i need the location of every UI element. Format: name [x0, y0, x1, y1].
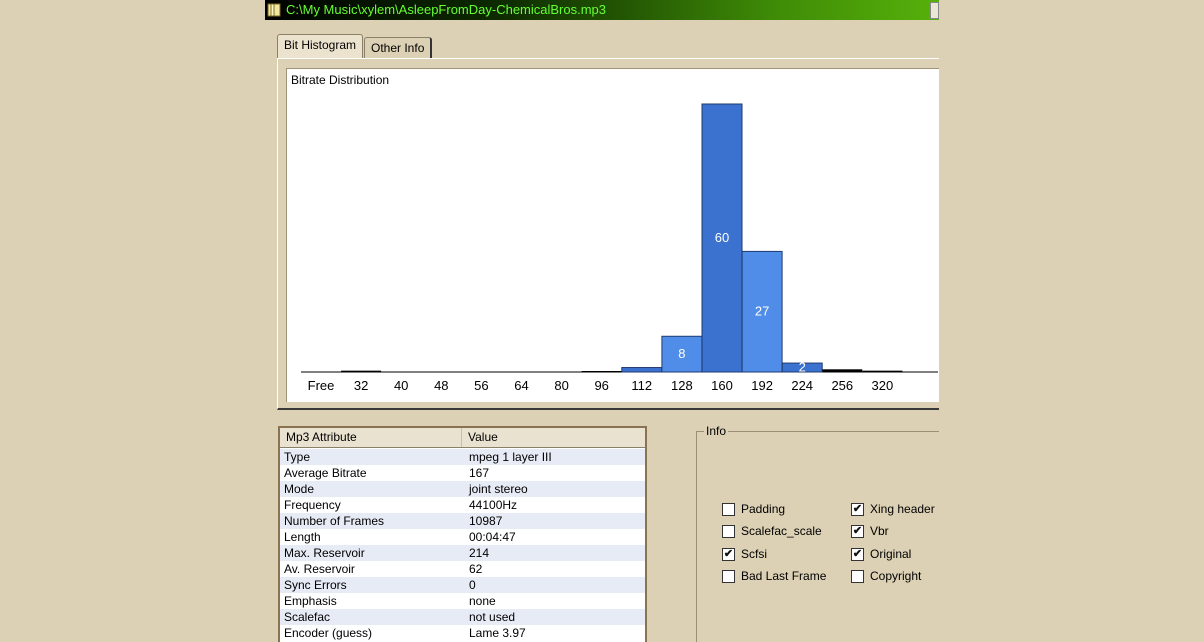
- checkbox-label: Vbr: [870, 524, 889, 538]
- attribute-name: Frequency: [284, 498, 341, 512]
- table-row[interactable]: Type mpeg 1 layer III: [280, 449, 645, 465]
- attribute-name: Sync Errors: [284, 578, 347, 592]
- bar-32: [341, 370, 382, 372]
- tick-label: 112: [631, 378, 652, 393]
- checkbox-box[interactable]: ✔: [851, 503, 864, 516]
- info-legend: Info: [704, 424, 729, 438]
- column-header-value[interactable]: Value: [462, 428, 645, 447]
- table-row[interactable]: Encoder (guess) Lame 3.97: [280, 625, 645, 641]
- checkbox-label: Copyright: [870, 569, 922, 583]
- checkbox-box[interactable]: [851, 570, 864, 583]
- attribute-value: 214: [469, 546, 490, 560]
- checkbox-label: Bad Last Frame: [741, 569, 827, 583]
- chart-plot-area: Free 32 40 48 56 64 80 96 112 8 128 60 160 27 192 2 224 2…: [301, 103, 938, 393]
- data-label: 2: [799, 360, 806, 375]
- tick-label: 48: [434, 378, 448, 393]
- attribute-value: Lame 3.97: [469, 626, 526, 640]
- tick-label: 256: [831, 378, 853, 393]
- table-row[interactable]: Av. Reservoir 62: [280, 561, 645, 577]
- attribute-value: 167: [469, 466, 490, 480]
- attribute-value: 10987: [469, 514, 503, 528]
- tick-label: 80: [554, 378, 568, 393]
- table-row[interactable]: Number of Frames 10987: [280, 513, 645, 529]
- tick-label: 128: [671, 378, 693, 393]
- title-bar[interactable]: C:\My Music\xylem\AsleepFromDay-Chemical…: [265, 0, 939, 20]
- checkbox-box[interactable]: ✔: [722, 548, 735, 561]
- tick-label: 32: [354, 378, 368, 393]
- tick-label: 40: [394, 378, 408, 393]
- window-title: C:\My Music\xylem\AsleepFromDay-Chemical…: [286, 2, 607, 17]
- table-row[interactable]: Scalefac not used: [280, 609, 645, 625]
- attribute-name: Av. Reservoir: [284, 562, 355, 576]
- folder-icon: [267, 3, 281, 17]
- attribute-name: Type: [284, 450, 311, 464]
- attribute-value: 62: [469, 562, 483, 576]
- tab-bit-histogram[interactable]: Bit Histogram: [277, 34, 364, 59]
- tab-other-info[interactable]: Other Info: [364, 37, 433, 59]
- bitrate-chart: Bitrate Distribution Free 32 40 48 56 64 80 96 1…: [286, 68, 939, 402]
- checkbox-label: Scalefac_scale: [741, 524, 822, 538]
- table-row[interactable]: Length 00:04:47: [280, 529, 645, 545]
- checkbox-label: Xing header: [870, 502, 935, 516]
- attribute-value: 00:04:47: [469, 530, 516, 544]
- attribute-name: Max. Reservoir: [284, 546, 365, 560]
- tick-label: 320: [872, 378, 894, 393]
- attribute-value: not used: [469, 610, 516, 624]
- tick-label: 96: [594, 378, 608, 393]
- table-row[interactable]: Sync Errors 0: [280, 577, 645, 593]
- attribute-name: Mode: [284, 482, 315, 496]
- checkbox-box[interactable]: [722, 570, 735, 583]
- checkbox-label: Original: [870, 547, 912, 561]
- bar-112: [621, 367, 663, 373]
- mp3-info-window: C:\My Music\xylem\AsleepFromDay-Chemical…: [265, 0, 939, 642]
- tick-label: 64: [514, 378, 528, 393]
- bar-320: [862, 370, 903, 372]
- attribute-name: Encoder (guess): [284, 626, 373, 640]
- tick-label: 160: [711, 378, 733, 393]
- attribute-value: 0: [469, 578, 476, 592]
- attribute-name: Average Bitrate: [284, 466, 367, 480]
- attribute-value: 44100Hz: [469, 498, 518, 512]
- table-header: Mp3 Attribute Value: [280, 428, 645, 448]
- table-row[interactable]: Frequency 44100Hz: [280, 497, 645, 513]
- bar-256: [822, 369, 863, 372]
- checkbox-box[interactable]: [722, 503, 735, 516]
- table-row[interactable]: Max. Reservoir 214: [280, 545, 645, 561]
- tick-label: 56: [474, 378, 488, 393]
- attribute-value: none: [469, 594, 496, 608]
- checkbox-box[interactable]: ✔: [851, 525, 864, 538]
- table-row[interactable]: Mode joint stereo: [280, 481, 645, 497]
- attribute-name: Scalefac: [284, 610, 331, 624]
- attribute-name: Length: [284, 530, 321, 544]
- tick-label: Free: [308, 378, 335, 393]
- attribute-table[interactable]: Mp3 Attribute Value Type mpeg 1 layer III…: [278, 426, 647, 642]
- table-body: Type mpeg 1 layer III Average Bitrate 167 …: [280, 449, 645, 641]
- attribute-value: joint stereo: [469, 482, 528, 496]
- checkbox-box[interactable]: [722, 525, 735, 538]
- window-button[interactable]: [930, 2, 939, 19]
- table-row[interactable]: Emphasis none: [280, 593, 645, 609]
- attribute-name: Emphasis: [284, 594, 337, 608]
- data-label: 60: [715, 230, 729, 245]
- bar-96: [581, 371, 622, 372]
- data-label: 27: [755, 304, 769, 319]
- checkbox-label: Padding: [741, 502, 786, 516]
- attribute-name: Number of Frames: [284, 514, 385, 528]
- table-row[interactable]: Average Bitrate 167: [280, 465, 645, 481]
- attribute-value: mpeg 1 layer III: [469, 450, 552, 464]
- checkbox-box[interactable]: ✔: [851, 548, 864, 561]
- column-header-attribute[interactable]: Mp3 Attribute: [280, 428, 462, 447]
- tick-label: 224: [791, 378, 813, 393]
- tick-label: 192: [751, 378, 773, 393]
- checkbox-label: Scfsi: [741, 547, 768, 561]
- data-label: 8: [678, 346, 685, 361]
